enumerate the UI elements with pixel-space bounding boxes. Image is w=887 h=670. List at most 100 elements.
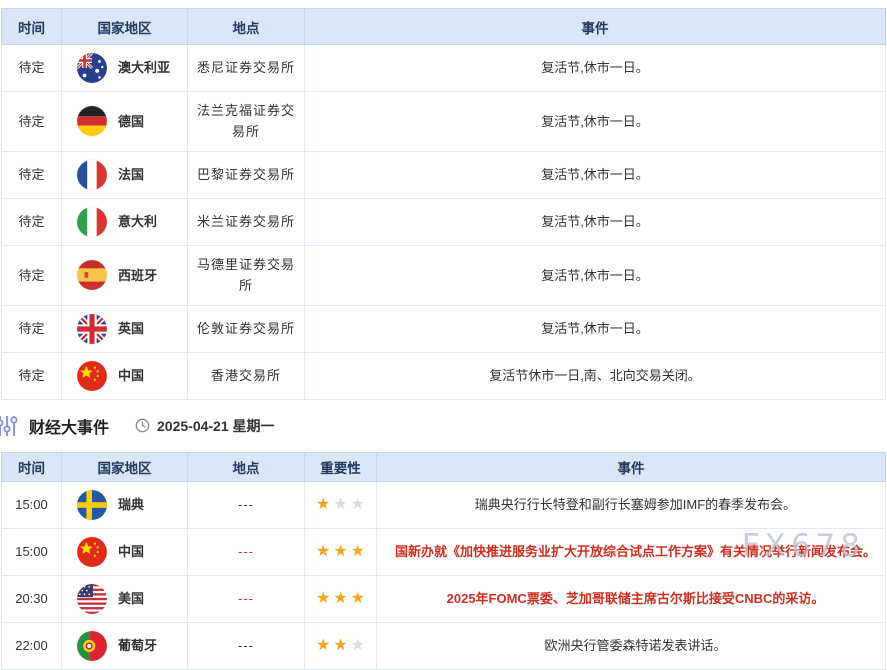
table-row: 待定 澳大利亚 [2, 45, 886, 92]
star-icon: ★ [351, 591, 365, 607]
country-cell: 瑞典 [62, 481, 188, 528]
table-row: 15:00 瑞典 --- ★★★ [2, 481, 886, 528]
event-cell: 复活节,休市一日。 [305, 45, 886, 92]
flag-usa-icon [77, 584, 107, 614]
event-cell: 2025年FOMC票委、芝加哥联储主席古尔斯比接受CNBC的采访。 [377, 575, 886, 622]
section-header: 财经大事件 2025-04-21 星期一 [0, 400, 887, 452]
location-cell: --- [188, 622, 305, 669]
event-cell: 复活节休市一日,南、北向交易关闭。 [305, 352, 886, 399]
importance-stars: ★★★ [316, 497, 365, 513]
flag-australia-icon [77, 53, 107, 83]
table-row: 待定 西班牙 马德里证券交易所 [2, 245, 886, 305]
table-row: 15:00 中国 --- [2, 528, 886, 575]
star-icon: ★ [316, 638, 330, 654]
time-cell: 待定 [2, 198, 62, 245]
country-cell: 中国 [62, 528, 188, 575]
location-cell: 香港交易所 [188, 352, 305, 399]
country-cell: 西班牙 [62, 245, 188, 305]
flag-sweden-icon [77, 490, 107, 520]
time-cell: 22:00 [2, 622, 62, 669]
country-name: 美国 [118, 588, 144, 609]
event-cell: 复活节,休市一日。 [305, 245, 886, 305]
location-cell: --- [188, 528, 305, 575]
star-icon: ★ [351, 638, 365, 654]
star-icon: ★ [351, 544, 365, 560]
col-header-country: 国家地区 [62, 452, 188, 481]
country-cell: 英国 [62, 305, 188, 352]
table-row: 待定 英国 伦敦证券交易所 复活节,休市一日。 [2, 305, 886, 352]
flag-portugal-icon [77, 631, 107, 661]
time-cell: 20:30 [2, 575, 62, 622]
holiday-table-header-row: 时间 国家地区 地点 事件 [2, 9, 886, 45]
importance-stars: ★★★ [316, 591, 365, 607]
col-header-event: 事件 [377, 452, 886, 481]
country-name: 英国 [118, 318, 144, 339]
event-cell: 欧洲央行管委森特诺发表讲话。 [377, 622, 886, 669]
flag-france-icon [77, 160, 107, 190]
table-row: 待定 意大利 米兰证券交易所 复活节,休市一日。 [2, 198, 886, 245]
section-title: 财经大事件 [29, 414, 109, 438]
importance-cell: ★★★ [305, 528, 377, 575]
star-icon: ★ [333, 591, 347, 607]
flag-spain-icon [77, 260, 107, 290]
flag-china-icon [77, 361, 107, 391]
country-name: 葡萄牙 [118, 635, 157, 656]
time-cell: 待定 [2, 92, 62, 152]
country-name: 中国 [118, 365, 144, 386]
time-cell: 待定 [2, 151, 62, 198]
col-header-country: 国家地区 [62, 9, 188, 45]
col-header-event: 事件 [305, 9, 886, 45]
location-cell: 巴黎证券交易所 [188, 151, 305, 198]
event-cell: 国新办就《加快推进服务业扩大开放综合试点工作方案》有关情况举行新闻发布会。 [377, 528, 886, 575]
country-name: 瑞典 [118, 494, 144, 515]
col-header-location: 地点 [188, 9, 305, 45]
events-table-header-row: 时间 国家地区 地点 重要性 事件 [2, 452, 886, 481]
country-cell: 美国 [62, 575, 188, 622]
country-cell: 澳大利亚 [62, 45, 188, 92]
country-name: 西班牙 [118, 265, 157, 286]
holiday-table: 时间 国家地区 地点 事件 待定 [1, 8, 886, 400]
country-cell: 葡萄牙 [62, 622, 188, 669]
col-header-importance: 重要性 [305, 452, 377, 481]
time-cell: 待定 [2, 45, 62, 92]
location-cell: 伦敦证券交易所 [188, 305, 305, 352]
location-cell: 悉尼证券交易所 [188, 45, 305, 92]
flag-italy-icon [77, 207, 107, 237]
country-name: 中国 [118, 541, 144, 562]
country-name: 法国 [118, 164, 144, 185]
time-cell: 待定 [2, 305, 62, 352]
country-cell: 意大利 [62, 198, 188, 245]
table-row: 20:30 [2, 575, 886, 622]
country-name: 意大利 [118, 211, 157, 232]
section-date: 2025-04-21 星期一 [157, 416, 275, 436]
time-cell: 15:00 [2, 528, 62, 575]
country-name: 德国 [118, 111, 144, 132]
event-cell: 复活节,休市一日。 [305, 198, 886, 245]
events-icon [0, 414, 19, 438]
star-icon: ★ [316, 497, 330, 513]
location-cell: --- [188, 575, 305, 622]
economic-calendar-page: 时间 国家地区 地点 事件 待定 [0, 0, 887, 670]
location-cell: 马德里证券交易所 [188, 245, 305, 305]
col-header-time: 时间 [2, 452, 62, 481]
importance-cell: ★★★ [305, 481, 377, 528]
star-icon: ★ [333, 544, 347, 560]
table-row: 待定 中国 香港交易所 [2, 352, 886, 399]
table-row: 待定 德国 法兰克福证券交易所 复活节,休市一日。 [2, 92, 886, 152]
time-cell: 待定 [2, 352, 62, 399]
country-cell: 德国 [62, 92, 188, 152]
country-name: 澳大利亚 [118, 57, 170, 78]
event-cell: 复活节,休市一日。 [305, 305, 886, 352]
time-cell: 待定 [2, 245, 62, 305]
star-icon: ★ [316, 591, 330, 607]
importance-cell: ★★★ [305, 622, 377, 669]
event-cell: 复活节,休市一日。 [305, 92, 886, 152]
time-cell: 15:00 [2, 481, 62, 528]
star-icon: ★ [351, 497, 365, 513]
col-header-time: 时间 [2, 9, 62, 45]
country-cell: 中国 [62, 352, 188, 399]
col-header-location: 地点 [188, 452, 305, 481]
importance-stars: ★★★ [316, 638, 365, 654]
country-cell: 法国 [62, 151, 188, 198]
flag-uk-icon [77, 314, 107, 344]
